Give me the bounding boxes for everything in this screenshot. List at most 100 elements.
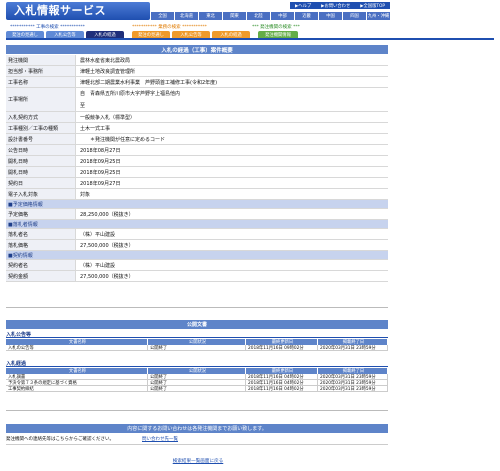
progress-docs-table: 文書名称 公開状況 最終更新日 掲載終了日 入札調書 公開終了 2018年11月…	[6, 368, 388, 392]
detail-row: 電子入札対象 対象	[6, 189, 388, 200]
tab-construction-outlook[interactable]: 発注の見通し	[6, 31, 44, 38]
contact-list-link[interactable]: 問い合わせ先一覧	[142, 436, 178, 442]
detail-row: 設計書番号 ＊発注機関が任意に定めるコード	[6, 134, 388, 145]
tab-procurement-info[interactable]: 発注機関情報	[258, 31, 298, 38]
doc-status: 公開終了	[148, 386, 246, 392]
detail-label: 担当部・事務所	[6, 66, 76, 76]
national-top-link[interactable]: ▶全国版TOP	[360, 3, 385, 9]
back-to-results-link[interactable]: 検索結果一覧画面に戻る	[168, 458, 228, 464]
detail-row: 契約金額 27,500,000（税抜き）	[6, 271, 388, 282]
construction-search-label: *********** 工事の検索 ***********	[10, 25, 85, 30]
region-tab-shikoku[interactable]: 四国	[343, 12, 366, 20]
detail-value: 津軽土地改良調査管理所	[80, 68, 136, 75]
notice-docs-table: 文書名称 公開状況 最終更新日 掲載終了日 入札の公告等 公開終了 2018年1…	[6, 339, 388, 351]
contact-row: 発注機関への連絡先等はこちらからご確認ください。 問い合わせ先一覧	[6, 436, 388, 442]
top-links: ▶ヘルプ ▶お問い合わせ ▶全国版TOP	[290, 2, 390, 9]
detail-value: 2018年09月25日	[80, 169, 121, 176]
page-title: 入札の経過（工事）案件概要	[6, 45, 388, 54]
planned-price-section: ■予定価格情報	[6, 200, 388, 209]
region-tab-kinki[interactable]: 近畿	[295, 12, 318, 20]
site-logo[interactable]: 入札情報サービス	[6, 2, 150, 20]
help-link[interactable]: ▶ヘルプ	[295, 3, 311, 9]
detail-label: 予定価格	[6, 209, 76, 219]
tab-service-notice[interactable]: 入札公告等	[172, 31, 210, 38]
detail-value: 土木一式工事	[80, 125, 111, 132]
section-labels: *********** 工事の検索 *********** **********…	[6, 24, 386, 30]
detail-row: 工事種別／工事の種類 土木一式工事	[6, 123, 388, 134]
detail-row: 落札価格 27,500,000（税抜き）	[6, 240, 388, 251]
detail-row: 予定価格 28,250,000（税抜き）	[6, 209, 388, 220]
tab-construction-notice[interactable]: 入札公告等	[46, 31, 84, 38]
detail-row: 公告日時 2018年08月27日	[6, 145, 388, 156]
contractor-value: （株）平山建設	[80, 262, 116, 269]
detail-row: 発注機関 農林水産省東北農政局	[6, 55, 388, 66]
detail-value: 2018年09月25日	[80, 158, 121, 165]
detail-value: 農林水産省東北農政局	[80, 57, 131, 64]
doc-updated: 2018年11月16日 04時02分	[246, 386, 318, 392]
tab-service-outlook[interactable]: 発注の見通し	[132, 31, 170, 38]
detail-label: 工事場所	[6, 88, 76, 111]
detail-label: 契約金額	[6, 271, 76, 281]
doc-end: 2020年03月31日 23時59分	[318, 386, 388, 392]
region-tab-chubu[interactable]: 中部	[271, 12, 294, 20]
tab-service-progress[interactable]: 入札の経過	[212, 31, 250, 38]
detail-value: 一般競争入札（標準型）	[80, 114, 136, 121]
public-docs-title: 公開文書	[6, 320, 388, 329]
detail-label: 公告日時	[6, 145, 76, 155]
table-row: 工事契約締結 公開終了 2018年11月16日 04時02分 2020年03月3…	[6, 386, 388, 392]
detail-label: 電子入札対象	[6, 189, 76, 199]
contract-amount-value: 27,500,000（税抜き）	[80, 273, 134, 280]
detail-value: 2018年08月27日	[80, 147, 121, 154]
successful-price-value: 27,500,000（税抜き）	[80, 242, 134, 249]
contract-section: ■契約情報	[6, 251, 388, 260]
region-tab-kanto[interactable]: 関東	[223, 12, 246, 20]
location-from: 自 青森県五所川原市大字芦野字上福島他内	[80, 91, 181, 97]
doc-name-link[interactable]: 入札の公告等	[6, 345, 148, 351]
region-tab-hokuriku[interactable]: 北陸	[247, 12, 270, 20]
divider	[6, 410, 388, 411]
detail-label: 発注機関	[6, 55, 76, 65]
detail-row: 工事名称 津軽北部二期農業水利事業 芦野頭首工補修工事(令和2年度)	[6, 77, 388, 88]
detail-row: 工事場所 自 青森県五所川原市大字芦野字上福島他内 至	[6, 88, 388, 112]
planned-price-value: 28,250,000（税抜き）	[80, 211, 134, 218]
region-tab-hokkaido[interactable]: 北海道	[175, 12, 198, 20]
region-tab-chugoku[interactable]: 中国	[319, 12, 342, 20]
location-to: 至	[80, 103, 86, 109]
region-tab-national[interactable]: 全国	[151, 12, 174, 20]
service-search-label: *********** 業務の検索 ***********	[132, 25, 207, 30]
detail-label: 落札価格	[6, 240, 76, 250]
detail-value: 津軽北部二期農業水利事業 芦野頭首工補修工事(令和2年度)	[80, 79, 218, 86]
doc-updated: 2018年11月16日 09時02分	[246, 345, 318, 351]
inquiry-link[interactable]: ▶お問い合わせ	[321, 3, 350, 9]
doc-name-link[interactable]: 工事契約締結	[6, 386, 148, 392]
detail-label: 工事種別／工事の種類	[6, 123, 76, 133]
detail-row: 契約日 2018年09月27日	[6, 178, 388, 189]
detail-label: 落札者名	[6, 229, 76, 239]
region-tab-tohoku[interactable]: 東北	[199, 12, 222, 20]
detail-row: 担当部・事務所 津軽土地改良調査管理所	[6, 66, 388, 77]
contact-divider	[6, 444, 388, 445]
tab-construction-progress[interactable]: 入札の経過	[86, 31, 124, 38]
detail-label: 入札契約方式	[6, 112, 76, 122]
detail-label: 契約者名	[6, 260, 76, 270]
region-tab-kyushu[interactable]: 九州・沖縄	[367, 12, 390, 20]
detail-row: 開札日時 2018年09月25日	[6, 167, 388, 178]
divider	[6, 307, 388, 308]
doc-end: 2020年03月31日 23時59分	[318, 345, 388, 351]
case-detail-table: 発注機関 農林水産省東北農政局 担当部・事務所 津軽土地改良調査管理所 工事名称…	[6, 55, 388, 282]
detail-value: 対象	[80, 191, 91, 198]
successful-bidder-section: ■落札者情報	[6, 220, 388, 229]
detail-label: 契約日	[6, 178, 76, 188]
successful-bidder-value: （株）平山建設	[80, 231, 116, 238]
search-tabs: 発注の見通し 入札公告等 入札の経過 発注の見通し 入札公告等 入札の経過 発注…	[6, 31, 386, 38]
doc-status: 公開終了	[148, 345, 246, 351]
table-row: 入札の公告等 公開終了 2018年11月16日 09時02分 2020年03月3…	[6, 345, 388, 351]
detail-value: 自 青森県五所川原市大字芦野字上福島他内 至	[76, 88, 388, 111]
detail-row: 落札者名 （株）平山建設	[6, 229, 388, 240]
detail-label: 開札日時	[6, 167, 76, 177]
region-nav: 全国 北海道 東北 関東 北陸 中部 近畿 中国 四国 九州・沖縄	[150, 12, 390, 20]
detail-label: 設計書番号	[6, 134, 76, 144]
site-header: 入札情報サービス ▶ヘルプ ▶お問い合わせ ▶全国版TOP 全国 北海道 東北 …	[0, 0, 500, 22]
detail-label: 開札日時	[6, 156, 76, 166]
progress-heading-line	[6, 366, 388, 367]
